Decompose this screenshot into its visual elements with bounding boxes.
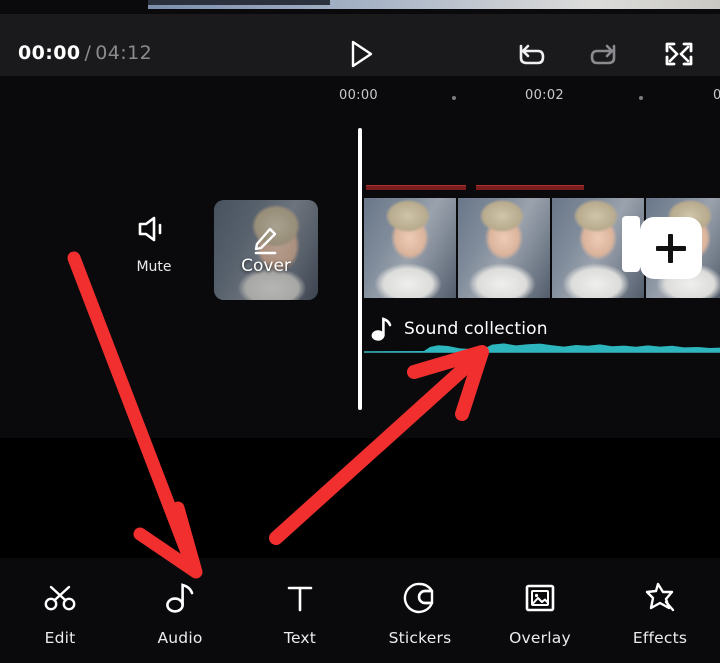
ruler-tick-dot-3 [639, 96, 643, 100]
scissors-icon [42, 581, 78, 615]
sticker-peel-icon [403, 581, 437, 615]
toolbar-item-stickers[interactable]: Stickers [360, 558, 480, 663]
toolbar-item-effects[interactable]: Effects [600, 558, 720, 663]
image-frame-icon [523, 581, 557, 615]
undo-button[interactable] [508, 36, 552, 72]
video-preview-sliver [0, 0, 720, 14]
toolbar-label-edit: Edit [44, 628, 76, 647]
transition-bar[interactable] [476, 185, 584, 190]
timecode-separator: / [84, 42, 92, 64]
undo-arrow-icon [519, 44, 545, 65]
editor-header-bar: 00:00/04:12 [0, 14, 720, 76]
toolbar-label-effects: Effects [632, 628, 688, 647]
toolbar-label-overlay: Overlay [509, 628, 571, 647]
mute-button[interactable]: Mute [128, 213, 180, 275]
redo-button[interactable] [583, 36, 627, 72]
text-t-icon [284, 581, 316, 615]
transition-bar[interactable] [366, 185, 466, 190]
mute-label: Mute [136, 259, 172, 275]
audio-track-baseline [364, 351, 720, 353]
toolbar-item-overlay[interactable]: Overlay [480, 558, 600, 663]
total-duration-label: 04:12 [95, 42, 153, 64]
toolbar-item-text[interactable]: Text [240, 558, 360, 663]
current-time-label: 00:00 [18, 42, 81, 64]
audio-waveform [364, 343, 720, 352]
toolbar-item-edit[interactable]: Edit [0, 558, 120, 663]
bottom-toolbar: Edit Audio Text Stickers Overlay Effects [0, 558, 720, 663]
ruler-tick-4: 0 [713, 88, 720, 103]
clip-frame-image [458, 198, 550, 298]
toolbar-label-stickers: Stickers [388, 628, 452, 647]
toolbar-label-text: Text [283, 628, 317, 647]
music-note-icon [163, 581, 197, 615]
ruler-tick-0: 00:00 [339, 88, 378, 103]
toolbar-label-audio: Audio [157, 628, 203, 647]
cover-button[interactable]: Cover [214, 200, 318, 300]
timeline-area: Mute Cover Sound collection [0, 118, 720, 438]
timeline-ruler[interactable]: 00:00 00:02 0 [0, 76, 720, 118]
add-clip-button[interactable] [640, 217, 702, 279]
clip-trim-handle[interactable] [622, 216, 640, 272]
preview-image-strip-shadow [148, 0, 330, 5]
speaker-mute-icon [138, 216, 162, 242]
clip-frame-image [364, 198, 456, 298]
playhead-indicator[interactable] [358, 128, 362, 410]
timecode-display: 00:00/04:12 [18, 42, 152, 64]
cover-label: Cover [241, 256, 291, 276]
fullscreen-button[interactable] [657, 36, 701, 72]
ruler-tick-2: 00:02 [525, 88, 564, 103]
audio-track-sound-collection[interactable]: Sound collection [364, 314, 720, 362]
video-clip-thumbnail[interactable] [458, 198, 550, 298]
play-triangle-icon [351, 40, 373, 68]
plus-icon [668, 234, 673, 263]
toolbar-item-audio[interactable]: Audio [120, 558, 240, 663]
video-clip-thumbnail[interactable] [364, 198, 456, 298]
expand-arrows-icon [665, 42, 693, 66]
play-button[interactable] [338, 36, 382, 72]
ruler-tick-dot-1 [452, 96, 456, 100]
redo-arrow-icon [590, 44, 616, 65]
magic-star-icon [643, 581, 677, 615]
